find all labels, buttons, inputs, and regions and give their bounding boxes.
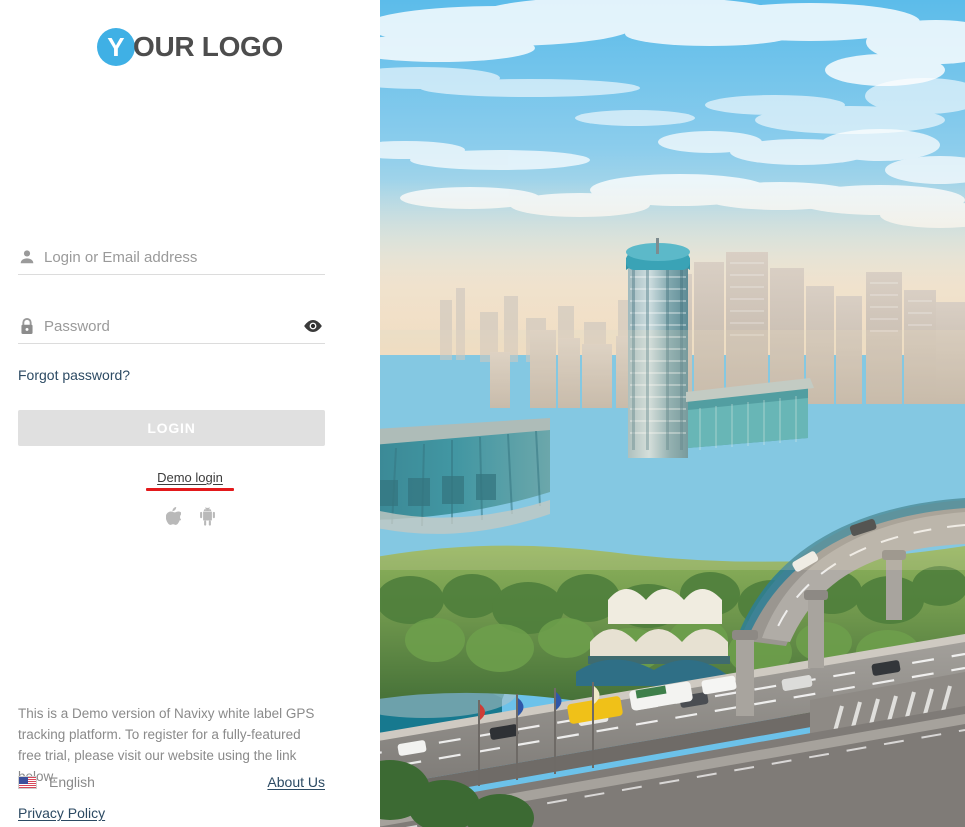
app-store-links xyxy=(0,504,380,528)
us-flag-icon xyxy=(18,775,37,789)
person-icon xyxy=(18,248,44,266)
login-input[interactable] xyxy=(44,245,325,269)
logo-circle-icon: Y xyxy=(96,28,135,66)
apple-icon[interactable] xyxy=(162,504,184,528)
brand-logo: Y OUR LOGO xyxy=(0,28,380,66)
privacy-policy-link[interactable]: Privacy Policy xyxy=(18,805,105,821)
demo-login-underline xyxy=(146,488,234,491)
login-panel: Y OUR LOGO Login or Email address Forgot… xyxy=(0,0,380,827)
login-button[interactable]: LOGIN xyxy=(18,410,325,446)
login-page: Y OUR LOGO Login or Email address Forgot… xyxy=(0,0,965,827)
eye-icon[interactable] xyxy=(301,314,325,338)
password-field-row[interactable] xyxy=(18,309,325,344)
logo-initial: Y xyxy=(107,31,125,62)
password-input[interactable] xyxy=(44,314,301,338)
about-us-link[interactable]: About Us xyxy=(267,774,325,790)
logo-text: OUR LOGO xyxy=(132,31,284,62)
demo-login-wrap: Demo login xyxy=(0,470,380,491)
login-field-row[interactable] xyxy=(18,240,325,275)
demo-login-link[interactable]: Demo login xyxy=(157,470,223,485)
android-icon[interactable] xyxy=(196,504,218,528)
forgot-password-link[interactable]: Forgot password? xyxy=(18,367,130,383)
lock-icon xyxy=(18,317,44,336)
language-selector[interactable]: English xyxy=(49,774,95,790)
hero-image xyxy=(380,0,965,827)
footer-language-row: English About Us xyxy=(18,774,325,790)
